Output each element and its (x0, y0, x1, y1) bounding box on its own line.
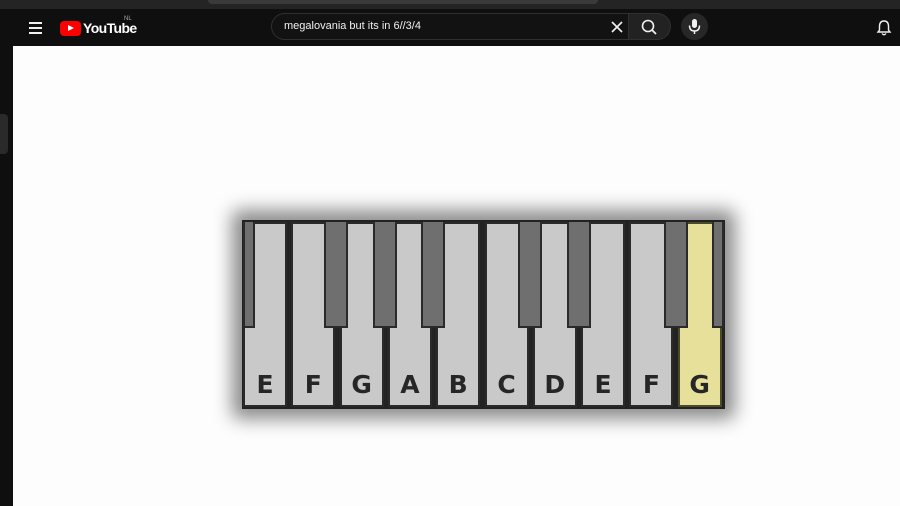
search-icon (641, 19, 657, 35)
black-key (712, 222, 724, 328)
youtube-play-icon (60, 20, 81, 36)
masthead: YouTube NL megalovania but its in 6//3/4 (0, 9, 900, 46)
key-label: G (351, 370, 372, 399)
black-key (518, 222, 542, 328)
menu-bar (29, 32, 42, 34)
black-key (373, 222, 397, 328)
clear-search-icon[interactable] (610, 20, 624, 34)
notifications-bell-icon[interactable] (875, 19, 893, 37)
key-label: E (256, 370, 274, 399)
logo-text: YouTube (83, 20, 137, 36)
rail-chip (0, 114, 8, 154)
search-box[interactable]: megalovania but its in 6//3/4 (271, 13, 629, 40)
black-key (324, 222, 348, 328)
black-key (421, 222, 445, 328)
black-key (243, 222, 255, 328)
key-label: E (594, 370, 612, 399)
microphone-icon (688, 19, 701, 34)
key-label: G (689, 370, 710, 399)
browser-top-strip (0, 0, 900, 9)
menu-bar (29, 22, 42, 24)
black-key (567, 222, 591, 328)
black-key (664, 222, 688, 328)
key-label: A (400, 370, 420, 399)
search-input[interactable]: megalovania but its in 6//3/4 (284, 20, 584, 32)
key-label: C (497, 370, 516, 399)
voice-search-button[interactable] (681, 13, 708, 40)
key-label: F (642, 370, 660, 399)
country-code: NL (124, 16, 132, 22)
search-button[interactable] (629, 13, 671, 40)
tab-hint (208, 0, 598, 4)
key-label: B (448, 370, 468, 399)
guide-menu-button[interactable] (27, 19, 45, 37)
key-label: F (304, 370, 322, 399)
menu-bar (29, 27, 42, 29)
left-rail (0, 46, 13, 506)
key-label: D (544, 370, 566, 399)
